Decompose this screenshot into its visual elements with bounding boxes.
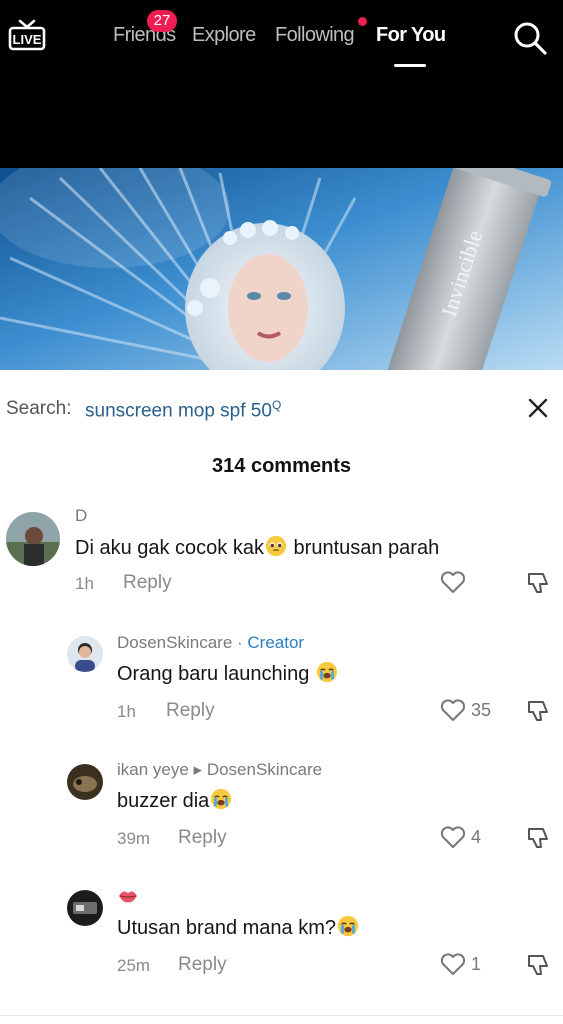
comment-time: 25m xyxy=(117,956,151,975)
search-icon[interactable] xyxy=(512,20,548,56)
like-count: 1 xyxy=(471,954,482,974)
comments-count-title: 314 comments xyxy=(212,455,351,477)
comment-item: DosenSkincare · Creator Orang baru launc… xyxy=(0,628,563,728)
username-link[interactable]: DosenSkincare xyxy=(117,633,232,652)
reply-button[interactable]: Reply xyxy=(123,572,172,594)
comment-item: D Di aku gak cocok kak bruntusan parah 1… xyxy=(0,500,563,600)
tab-explore[interactable]: Explore xyxy=(192,24,256,47)
comment-item: Utusan brand mana km? 25m Reply 1 xyxy=(0,880,563,990)
comment-item: ikan yeye ▸ DosenSkincare buzzer dia 39m… xyxy=(0,755,563,855)
comment-username: DosenSkincare · Creator xyxy=(117,633,305,652)
crying-face-emoji xyxy=(211,788,232,810)
crying-face-emoji xyxy=(337,915,359,937)
active-tab-indicator xyxy=(394,64,426,67)
search-label: Search: xyxy=(6,398,72,419)
comment-username: ikan yeye ▸ DosenSkincare xyxy=(117,760,322,780)
dislike-icon[interactable] xyxy=(526,570,552,596)
search-small-icon: Q xyxy=(271,398,282,412)
reply-button[interactable]: Reply xyxy=(166,700,215,722)
creator-badge: Creator xyxy=(247,633,305,652)
heart-icon[interactable] xyxy=(440,952,466,976)
dislike-icon[interactable] xyxy=(526,698,552,724)
like-count: 4 xyxy=(471,827,482,847)
crying-face-emoji xyxy=(316,661,338,683)
friends-notification-badge: 27 xyxy=(147,10,177,32)
search-query-link[interactable]: sunscreen mop spf 50Q xyxy=(85,398,281,422)
heart-icon[interactable] xyxy=(440,570,466,594)
like-count: 35 xyxy=(471,700,492,720)
heart-icon[interactable] xyxy=(440,698,466,722)
comment-text: buzzer dia xyxy=(117,788,233,813)
comment-text: Utusan brand mana km? xyxy=(117,915,360,940)
divider xyxy=(0,1015,563,1016)
lips-emoji xyxy=(119,891,137,903)
comment-text: Orang baru launching xyxy=(117,661,339,686)
comment-time: 39m xyxy=(117,829,151,848)
avatar[interactable] xyxy=(67,636,103,672)
search-suggestion-row[interactable]: Search: sunscreen mop spf 50Q xyxy=(0,394,563,424)
reply-to-username[interactable]: DosenSkincare xyxy=(207,760,322,779)
avatar[interactable] xyxy=(67,764,103,800)
dislike-icon[interactable] xyxy=(526,952,552,978)
video-thumbnail-image: Invincible xyxy=(0,168,563,370)
comment-time: 1h xyxy=(75,574,94,593)
close-icon[interactable] xyxy=(526,396,550,420)
comment-username[interactable]: D xyxy=(75,506,87,526)
pleading-face-emoji xyxy=(265,535,287,557)
comment-time: 1h xyxy=(117,702,136,721)
reply-button[interactable]: Reply xyxy=(178,827,227,849)
username-link[interactable]: ikan yeye xyxy=(117,760,189,779)
avatar[interactable] xyxy=(67,890,103,926)
tab-following[interactable]: Following xyxy=(275,24,355,47)
avatar[interactable] xyxy=(6,512,60,566)
tab-for-you[interactable]: For You xyxy=(376,24,446,47)
reply-arrow-icon: ▸ xyxy=(188,760,207,779)
following-notification-dot xyxy=(358,17,367,26)
dislike-icon[interactable] xyxy=(526,825,552,851)
top-nav-bar: LIVE Friends Explore Following For You 2… xyxy=(0,0,563,168)
video-preview[interactable]: Invincible xyxy=(0,168,563,370)
comment-text: Di aku gak cocok kak bruntusan parah xyxy=(75,535,440,559)
reply-button[interactable]: Reply xyxy=(178,954,227,976)
heart-icon[interactable] xyxy=(440,825,466,849)
nav-tabs: Friends Explore Following For You xyxy=(0,24,563,54)
